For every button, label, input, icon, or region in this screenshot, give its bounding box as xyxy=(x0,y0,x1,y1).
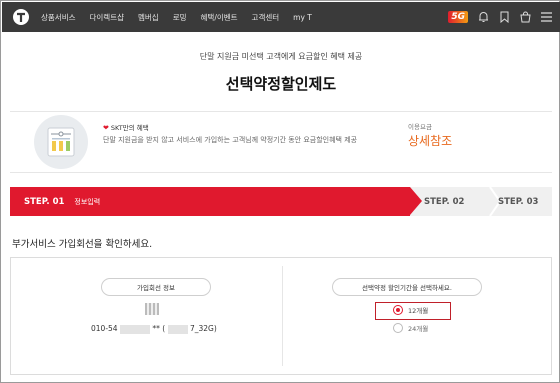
line-number-mid: ** ( xyxy=(152,324,166,333)
nav-item-roaming[interactable]: 로밍 xyxy=(173,12,187,23)
nav-item-membership[interactable]: 멤버십 xyxy=(138,12,159,23)
cart-icon[interactable] xyxy=(519,11,531,23)
nav-item-events[interactable]: 혜택/이벤트 xyxy=(201,12,238,23)
bookmark-icon[interactable] xyxy=(498,11,510,23)
nav-utility-group: 5G xyxy=(448,2,552,32)
option-24-months[interactable]: 24개월 xyxy=(393,323,428,333)
fee-label: 이용요금 xyxy=(408,123,432,131)
fee-value: 상세참조 xyxy=(408,134,453,148)
period-select-pill: 선택약정 할인기간을 선택하세요. xyxy=(332,278,482,296)
page-title: 선택약정할인제도 xyxy=(225,75,337,93)
radio-24-months[interactable] xyxy=(393,323,403,333)
masked-segment xyxy=(167,324,188,334)
step-1-sublabel: 정보입력 xyxy=(74,197,101,206)
nav-item-direct-shop[interactable]: 다이렉트샵 xyxy=(90,12,125,23)
line-info-pill: 가입회선 정보 xyxy=(101,278,211,296)
radio-12-months[interactable] xyxy=(393,305,403,315)
line-number-suffix: 7_32G) xyxy=(189,324,217,333)
masked-subscriber-name xyxy=(145,303,159,315)
step-2-label: STEP. 02 xyxy=(424,196,465,207)
step-1-label: STEP. 01 xyxy=(24,196,65,207)
step-1-arrow xyxy=(410,187,422,215)
discount-illustration-icon xyxy=(34,115,88,169)
selection-panel: 가입회선 정보 010-54 ** ( 7_32G) 선택약정 할인기간을 선택… xyxy=(10,257,552,375)
panel-divider xyxy=(282,266,283,366)
top-navigation: 상품서비스 다이렉트샵 멤버십 로밍 혜택/이벤트 고객센터 my T 5G xyxy=(2,2,560,32)
line-number-prefix: 010-54 xyxy=(91,324,118,333)
line-number-text: 010-54 ** ( 7_32G) xyxy=(91,324,217,334)
nav-item-products[interactable]: 상품서비스 xyxy=(41,12,76,23)
section-question: 부가서비스 가입회선을 확인하세요. xyxy=(12,239,153,250)
bell-icon[interactable] xyxy=(477,11,489,23)
option-12-label: 12개월 xyxy=(408,307,429,315)
step-progress: STEP. 01 정보입력 STEP. 02 STEP. 03 xyxy=(10,187,552,216)
nav-item-customer-center[interactable]: 고객센터 xyxy=(252,12,280,23)
menu-icon[interactable] xyxy=(540,11,552,23)
benefit-label: ❤ SKT만의 혜택 xyxy=(103,124,149,132)
option-12-months[interactable]: 12개월 xyxy=(393,305,428,315)
t-logo-icon[interactable] xyxy=(11,7,31,27)
heart-icon: ❤ xyxy=(103,124,109,132)
benefit-info-box: ❤ SKT만의 혜택 단말 지원금을 받지 않고 서비스에 가입하는 고객님께 약… xyxy=(10,111,552,173)
step-3-label: STEP. 03 xyxy=(498,196,539,207)
nav-item-my-t[interactable]: my T xyxy=(293,13,312,22)
5g-badge[interactable]: 5G xyxy=(448,11,468,23)
step-1-active: STEP. 01 정보입력 xyxy=(10,187,410,216)
option-24-label: 24개월 xyxy=(408,325,429,333)
page-frame: 상품서비스 다이렉트샵 멤버십 로밍 혜택/이벤트 고객센터 my T 5G 단… xyxy=(0,0,560,383)
masked-segment xyxy=(119,324,150,334)
benefit-description: 단말 지원금을 받지 않고 서비스에 가입하는 고객님께 약정기간 동안 요금할… xyxy=(103,136,358,144)
page-subtitle: 단말 지원금 미선택 고객에게 요금할인 혜택 제공 xyxy=(199,52,363,61)
